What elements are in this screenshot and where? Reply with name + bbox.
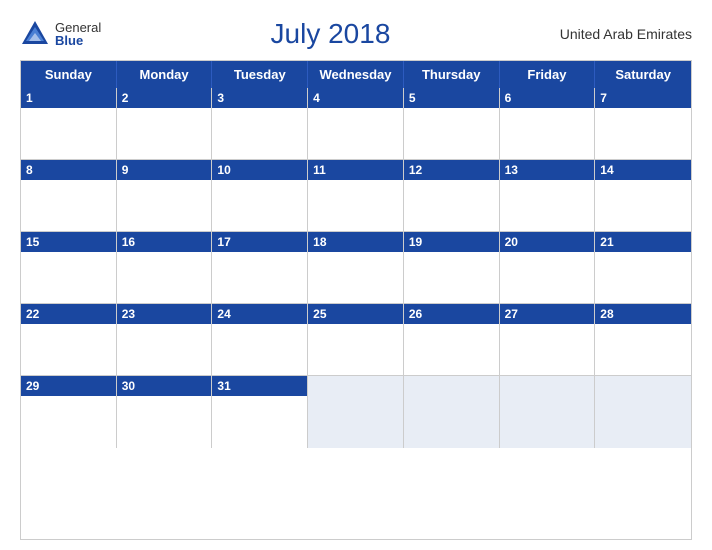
calendar: Sunday Monday Tuesday Wednesday Thursday…	[20, 60, 692, 540]
day-6: 6	[500, 88, 596, 160]
header-thursday: Thursday	[404, 61, 500, 88]
logo: General Blue	[20, 19, 101, 49]
empty-cell-1	[308, 376, 404, 448]
week-row-3: 15 16 17 18 19 20 21	[21, 232, 691, 304]
day-11: 11	[308, 160, 404, 232]
day-1: 1	[21, 88, 117, 160]
header-tuesday: Tuesday	[212, 61, 308, 88]
logo-blue: Blue	[55, 34, 101, 47]
week-row-5: 29 30 31	[21, 376, 691, 448]
day-12: 12	[404, 160, 500, 232]
week-row-1: 1 2 3 4 5 6 7	[21, 88, 691, 160]
day-5: 5	[404, 88, 500, 160]
day-7: 7	[595, 88, 691, 160]
day-16: 16	[117, 232, 213, 304]
logo-icon	[20, 19, 50, 49]
day-9: 9	[117, 160, 213, 232]
week-row-2: 8 9 10 11 12 13 14	[21, 160, 691, 232]
logo-text: General Blue	[55, 21, 101, 47]
day-18: 18	[308, 232, 404, 304]
header-saturday: Saturday	[595, 61, 691, 88]
day-10: 10	[212, 160, 308, 232]
day-30: 30	[117, 376, 213, 448]
day-3: 3	[212, 88, 308, 160]
empty-cell-3	[500, 376, 596, 448]
day-24: 24	[212, 304, 308, 376]
day-23: 23	[117, 304, 213, 376]
header-sunday: Sunday	[21, 61, 117, 88]
day-29: 29	[21, 376, 117, 448]
week-row-4: 22 23 24 25 26 27 28	[21, 304, 691, 376]
day-4: 4	[308, 88, 404, 160]
country-name: United Arab Emirates	[560, 26, 692, 42]
day-21: 21	[595, 232, 691, 304]
day-8: 8	[21, 160, 117, 232]
day-19: 19	[404, 232, 500, 304]
days-of-week-header: Sunday Monday Tuesday Wednesday Thursday…	[21, 61, 691, 88]
day-13: 13	[500, 160, 596, 232]
header-monday: Monday	[117, 61, 213, 88]
calendar-weeks: 1 2 3 4 5 6 7 8 9 10 11 12 13 14 15 16 1…	[21, 88, 691, 448]
day-27: 27	[500, 304, 596, 376]
day-31: 31	[212, 376, 308, 448]
calendar-header: General Blue July 2018 United Arab Emira…	[20, 10, 692, 54]
day-22: 22	[21, 304, 117, 376]
empty-cell-2	[404, 376, 500, 448]
day-25: 25	[308, 304, 404, 376]
day-15: 15	[21, 232, 117, 304]
header-wednesday: Wednesday	[308, 61, 404, 88]
day-17: 17	[212, 232, 308, 304]
day-14: 14	[595, 160, 691, 232]
day-20: 20	[500, 232, 596, 304]
day-2: 2	[117, 88, 213, 160]
day-26: 26	[404, 304, 500, 376]
calendar-title: July 2018	[101, 18, 559, 50]
day-28: 28	[595, 304, 691, 376]
empty-cell-4	[595, 376, 691, 448]
header-friday: Friday	[500, 61, 596, 88]
